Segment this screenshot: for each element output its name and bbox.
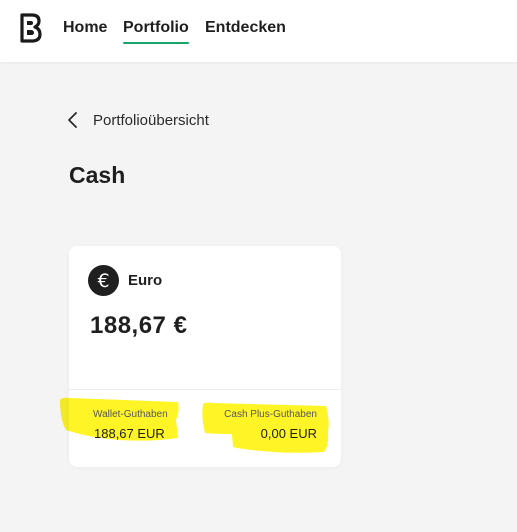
currency-name: Euro xyxy=(128,272,163,289)
cash-plus-balance-value: 0,00 EUR xyxy=(260,426,317,441)
euro-icon: € xyxy=(88,265,119,296)
nav-home[interactable]: Home xyxy=(63,19,107,37)
nav-entdecken[interactable]: Entdecken xyxy=(205,19,286,37)
divider xyxy=(69,389,341,390)
cash-balance-card[interactable]: € Euro 188,67 € Wallet-Guthaben 188,67 E… xyxy=(69,246,341,467)
bitpanda-logo-icon[interactable] xyxy=(18,13,42,43)
cash-plus-balance-label: Cash Plus-Guthaben xyxy=(224,409,317,420)
total-balance: 188,67 € xyxy=(90,312,188,339)
chevron-left-icon xyxy=(68,112,77,128)
page-title: Cash xyxy=(69,162,126,188)
nav-portfolio[interactable]: Portfolio xyxy=(123,19,189,37)
currency-row: € Euro xyxy=(88,265,162,296)
wallet-balance-value: 188,67 EUR xyxy=(94,426,165,441)
wallet-balance-label: Wallet-Guthaben xyxy=(93,409,168,420)
top-navigation-bar: Home Portfolio Entdecken xyxy=(0,0,517,62)
breadcrumb-label: Portfolioübersicht xyxy=(93,111,209,129)
back-to-portfolio-link[interactable]: Portfolioübersicht xyxy=(66,110,209,130)
nav-active-indicator xyxy=(123,42,189,44)
